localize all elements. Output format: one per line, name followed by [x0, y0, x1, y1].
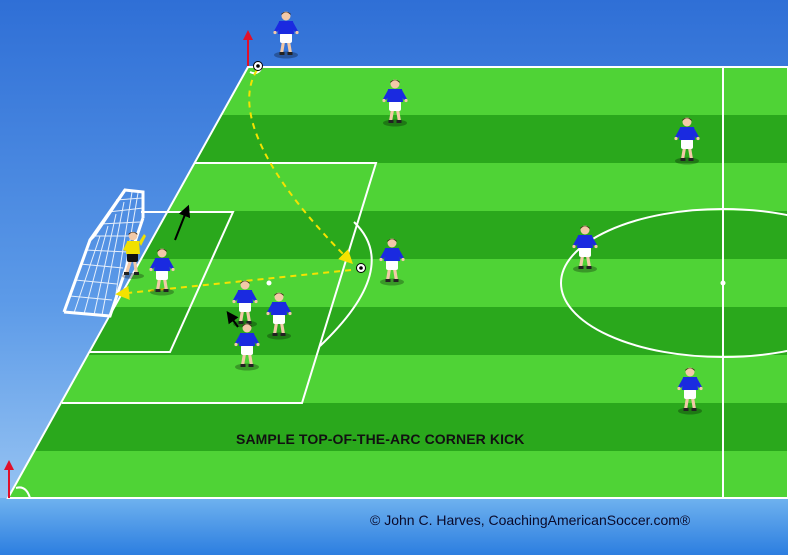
- copyright-credit: © John C. Harves, CoachingAmericanSoccer…: [370, 512, 691, 528]
- soccer-ball-icon: [253, 61, 263, 71]
- pitch-diagram: [0, 0, 788, 555]
- penalty-spot: [266, 280, 272, 286]
- diagram-caption: SAMPLE TOP-OF-THE-ARC CORNER KICK: [236, 431, 525, 447]
- soccer-ball-icon: [356, 263, 366, 273]
- center-spot: [720, 280, 726, 286]
- diagram-canvas: SAMPLE TOP-OF-THE-ARC CORNER KICK © John…: [0, 0, 788, 555]
